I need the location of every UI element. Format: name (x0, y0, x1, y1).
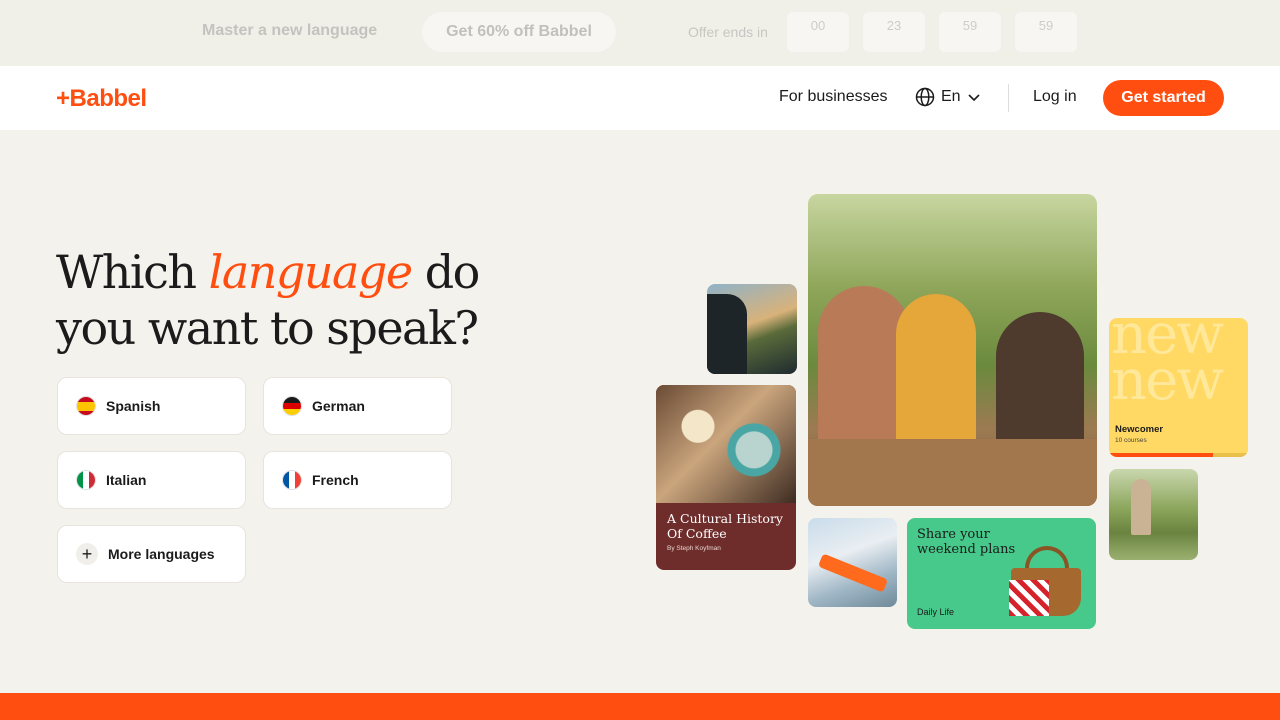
course-count: 10 courses (1115, 437, 1147, 444)
article-title: A Cultural History Of Coffee (667, 511, 783, 541)
language-card-french[interactable]: French (263, 451, 452, 509)
get-started-button[interactable]: Get started (1103, 80, 1224, 116)
germany-flag-icon (282, 396, 302, 416)
language-card-label: Spanish (106, 398, 161, 414)
language-card-italian[interactable]: Italian (57, 451, 246, 509)
language-card-label: Italian (106, 472, 147, 488)
airplane-window-photo (808, 518, 897, 607)
more-languages-label: More languages (108, 546, 215, 562)
article-author: By Steph Koyfman (667, 545, 721, 552)
language-card-label: German (312, 398, 365, 414)
countdown-minutes: 59 (939, 12, 1001, 52)
newcomer-background-text: new new (1111, 318, 1224, 413)
coffee-article-card: A Cultural History Of Coffee By Steph Ko… (656, 385, 796, 570)
language-card-german[interactable]: German (263, 377, 452, 435)
promo-button[interactable]: Get 60% off Babbel (422, 12, 616, 52)
promo-countdown-label: Offer ends in (688, 24, 768, 40)
heading-part-1: Which (56, 245, 209, 299)
bottom-orange-banner (0, 693, 1280, 720)
italy-flag-icon (76, 470, 96, 490)
language-card-spanish[interactable]: Spanish (57, 377, 246, 435)
language-label: En (941, 88, 961, 105)
lesson-title: Share your weekend plans (917, 527, 1016, 557)
heading-accent: language (208, 245, 413, 299)
course-progress-bar (1109, 453, 1248, 457)
more-languages-button[interactable]: + More languages (57, 525, 246, 583)
plus-icon: + (76, 543, 98, 565)
course-level-label: Newcomer (1115, 424, 1164, 435)
garden-photo (1109, 469, 1198, 560)
newcomer-course-card: new new Newcomer 10 courses (1109, 318, 1248, 457)
car-window-photo (707, 284, 797, 374)
login-link[interactable]: Log in (1033, 88, 1077, 106)
countdown-hours: 23 (863, 12, 925, 52)
coffee-photo (656, 385, 796, 503)
hero-heading: Which language do you want to speak? (56, 244, 496, 356)
promo-text: Master a new language (202, 22, 378, 39)
france-flag-icon (282, 470, 302, 490)
countdown-seconds: 59 (1015, 12, 1077, 52)
babbel-logo[interactable]: +Babbel (56, 85, 147, 113)
promo-banner: Master a new language Get 60% off Babbel… (0, 0, 1280, 66)
site-header: +Babbel For businesses En Log in Get sta… (0, 66, 1280, 130)
chevron-down-icon (968, 94, 980, 102)
countdown-days: 00 (787, 12, 849, 52)
progress-fill (1109, 453, 1214, 457)
checkered-cloth (1009, 580, 1049, 616)
lesson-category: Daily Life (917, 607, 955, 617)
language-card-label: French (312, 472, 359, 488)
friends-drinking-photo (808, 194, 1097, 506)
spain-flag-icon (76, 396, 96, 416)
language-selector[interactable]: En (915, 87, 981, 107)
globe-icon (915, 87, 935, 107)
weekend-plans-card: Share your weekend plans Daily Life (907, 518, 1096, 629)
for-businesses-link[interactable]: For businesses (779, 88, 888, 106)
nav-divider (1008, 84, 1009, 112)
